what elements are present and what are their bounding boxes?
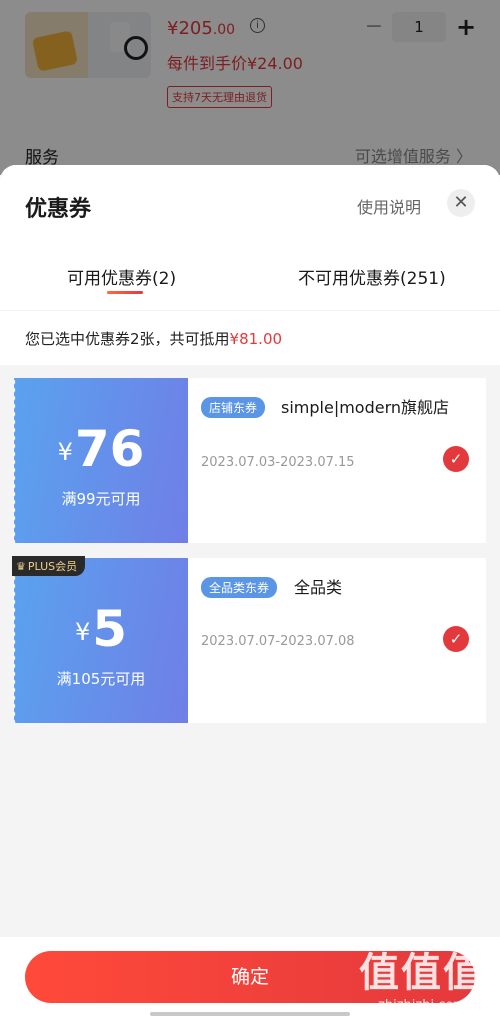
sheet-header: 优惠券 使用说明 ✕ 可用优惠券(2) 不可用优惠券(251): [0, 165, 500, 310]
coupon-name: 全品类: [294, 578, 343, 597]
coupon-page: ¥205.00 i 每件到手价¥24.00 支持7天无理由退货 − 1 + 服务…: [0, 0, 500, 1017]
site-watermark: 值值值 zhizhizhi.com: [359, 950, 485, 1013]
summary-text: 您已选中优惠券2张，共可抵用¥81.00: [25, 330, 283, 348]
selection-summary: 您已选中优惠券2张，共可抵用¥81.00: [0, 311, 500, 365]
home-indicator[interactable]: [150, 1012, 350, 1016]
coupon-date: 2023.07.07-2023.07.08: [201, 634, 355, 649]
crown-icon: ♛: [16, 560, 26, 573]
usage-instructions-link[interactable]: 使用说明: [357, 194, 421, 218]
plus-member-badge: ♛ PLUS会员: [12, 556, 86, 576]
summary-amount: ¥81.00: [229, 330, 283, 348]
coupon-card[interactable]: ¥76 满99元可用 店铺东券 simple|modern旗舰店 2023.07…: [12, 378, 486, 543]
close-icon[interactable]: ✕: [447, 189, 475, 217]
coupon-details: 全品类东券 全品类 2023.07.07-2023.07.08 ✓: [188, 558, 486, 723]
coupon-amount: ¥5: [74, 600, 128, 658]
coupon-card[interactable]: ¥5 满105元可用 ♛ PLUS会员 全品类东券 全品类 2023.07.07-…: [12, 556, 486, 723]
tab-available-coupons[interactable]: 可用优惠券(2): [67, 264, 176, 289]
coupon-sheet: 优惠券 使用说明 ✕ 可用优惠券(2) 不可用优惠券(251) 您已选中优惠券2…: [0, 165, 500, 1017]
coupon-amount: ¥76: [57, 420, 145, 478]
coupon-date: 2023.07.03-2023.07.15: [201, 455, 355, 470]
check-icon[interactable]: ✓: [443, 446, 469, 472]
coupon-condition: 满99元可用: [61, 490, 141, 508]
sheet-title: 优惠券: [25, 197, 92, 222]
coupon-condition: 满105元可用: [56, 670, 146, 688]
coupon-details: 店铺东券 simple|modern旗舰店 2023.07.03-2023.07…: [188, 378, 486, 543]
modal-backdrop[interactable]: [0, 0, 500, 175]
product-summary: ¥205.00 i 每件到手价¥24.00 支持7天无理由退货 − 1 + 服务…: [0, 0, 500, 175]
tab-unavailable-coupons[interactable]: 不可用优惠券(251): [298, 264, 446, 289]
coupon-type-badge: 全品类东券: [201, 577, 278, 598]
coupon-type-badge: 店铺东券: [201, 397, 266, 418]
coupon-value-panel: ¥5 满105元可用: [12, 558, 188, 723]
coupon-value-panel: ¥76 满99元可用: [12, 378, 188, 543]
coupon-name: simple|modern旗舰店: [281, 398, 450, 417]
check-icon[interactable]: ✓: [443, 626, 469, 652]
active-tab-indicator: [107, 291, 143, 294]
